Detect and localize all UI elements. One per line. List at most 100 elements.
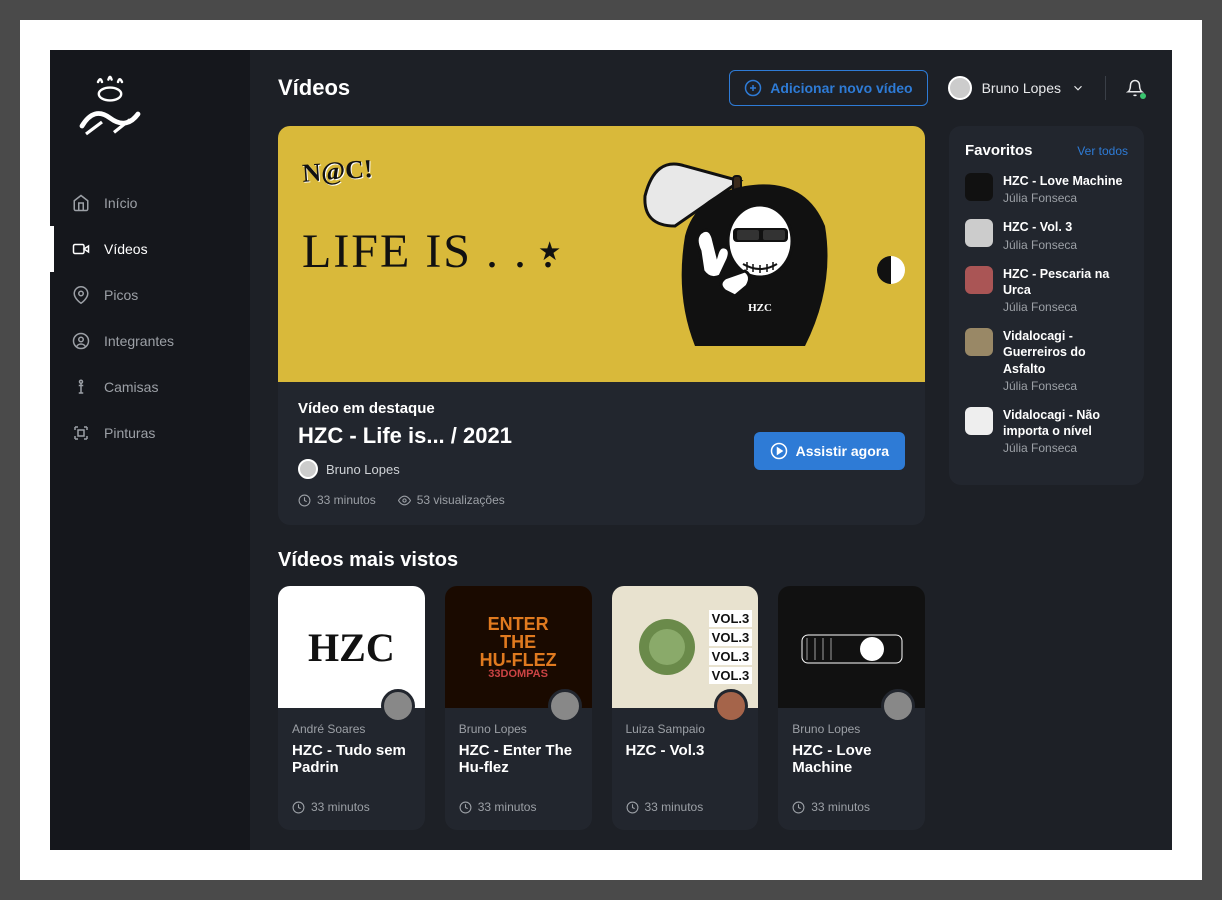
video-card[interactable]: HZC André Soares HZC - Tudo sem Padrin 3… [278, 586, 425, 830]
featured-meta: Vídeo em destaque HZC - Life is... / 202… [278, 382, 925, 525]
play-circle-icon [770, 442, 788, 460]
card-title: HZC - Love Machine [792, 742, 911, 782]
favorites-title: Favoritos [965, 142, 1033, 159]
favorite-thumb [965, 173, 993, 201]
nav-label: Picos [104, 287, 138, 303]
favorite-thumb [965, 219, 993, 247]
card-author: André Soares [292, 722, 411, 736]
featured-card: N@C! LIFE IS . . . ★ [278, 126, 925, 525]
video-card[interactable]: Bruno Lopes HZC - Love Machine 33 minuto… [778, 586, 925, 830]
sidebar: Início Vídeos Picos Integrantes Camisas … [50, 50, 250, 850]
favorite-title: Vidalocagi - Não importa o nível [1003, 407, 1128, 440]
page-title: Vídeos [278, 75, 350, 101]
content: N@C! LIFE IS . . . ★ [250, 126, 1172, 850]
pin-icon [72, 286, 90, 304]
favorite-item[interactable]: HZC - Pescaria na UrcaJúlia Fonseca [965, 266, 1128, 315]
clock-icon [626, 801, 639, 814]
cards-grid: HZC André Soares HZC - Tudo sem Padrin 3… [278, 586, 925, 830]
video-icon [72, 240, 90, 258]
card-avatar [714, 689, 748, 723]
section-title: Vídeos mais vistos [278, 549, 925, 572]
card-author: Bruno Lopes [792, 722, 911, 736]
card-thumbnail: VOL.3 VOL.3 VOL.3 VOL.3 [612, 586, 759, 708]
author-avatar [298, 459, 318, 479]
card-thumbnail: ENTERTHEHU-FLEZ33DOMPAS [445, 586, 592, 708]
nav-label: Camisas [104, 379, 158, 395]
card-thumbnail [778, 586, 925, 708]
favorite-item[interactable]: Vidalocagi - Não importa o nívelJúlia Fo… [965, 407, 1128, 456]
views: 53 visualizações [398, 493, 505, 507]
notifications-button[interactable] [1126, 79, 1144, 97]
yinyang-decoration [877, 256, 905, 284]
card-author: Bruno Lopes [459, 722, 578, 736]
video-card[interactable]: VOL.3 VOL.3 VOL.3 VOL.3 Luiza Sampaio HZ… [612, 586, 759, 830]
nav-picos[interactable]: Picos [50, 272, 250, 318]
favorite-author: Júlia Fonseca [1003, 238, 1128, 252]
nav-paintings[interactable]: Pinturas [50, 410, 250, 456]
favorite-author: Júlia Fonseca [1003, 379, 1128, 393]
user-menu[interactable]: Bruno Lopes [948, 76, 1085, 100]
watch-now-button[interactable]: Assistir agora [754, 432, 905, 470]
card-title: HZC - Vol.3 [626, 742, 745, 782]
nav-members[interactable]: Integrantes [50, 318, 250, 364]
shirt-icon [72, 378, 90, 396]
favorite-thumb [965, 407, 993, 435]
most-viewed-section: Vídeos mais vistos HZC André Soares HZC … [278, 549, 925, 830]
chevron-down-icon [1071, 81, 1085, 95]
favorites-see-all[interactable]: Ver todos [1077, 144, 1128, 158]
card-avatar [548, 689, 582, 723]
nav-videos[interactable]: Vídeos [50, 226, 250, 272]
card-duration: 33 minutos [792, 800, 911, 814]
favorite-item[interactable]: HZC - Love Machine Júlia Fonseca [965, 173, 1128, 205]
favorite-title: Vidalocagi - Guerreiros do Asfalto [1003, 328, 1128, 377]
favorite-title: HZC - Love Machine [1003, 173, 1128, 189]
main-panel: Vídeos Adicionar novo vídeo Bruno Lopes [250, 50, 1172, 850]
card-title: HZC - Tudo sem Padrin [292, 742, 411, 782]
people-icon [72, 332, 90, 350]
frame-icon [72, 424, 90, 442]
eye-icon [398, 494, 411, 507]
card-avatar [881, 689, 915, 723]
add-video-button[interactable]: Adicionar novo vídeo [729, 70, 927, 106]
favorite-item[interactable]: HZC - Vol. 3 Júlia Fonseca [965, 219, 1128, 251]
plus-circle-icon [744, 79, 762, 97]
card-title: HZC - Enter The Hu-flez [459, 742, 578, 782]
clock-icon [459, 801, 472, 814]
nav-label: Integrantes [104, 333, 174, 349]
author-name: Bruno Lopes [326, 462, 400, 477]
nav-shirts[interactable]: Camisas [50, 364, 250, 410]
favorite-author: Júlia Fonseca [1003, 441, 1128, 455]
featured-label: Vídeo em destaque [298, 400, 905, 417]
favorite-title: HZC - Vol. 3 [1003, 219, 1128, 235]
home-icon [72, 194, 90, 212]
app-root: Início Vídeos Picos Integrantes Camisas … [50, 50, 1172, 850]
favorite-author: Júlia Fonseca [1003, 191, 1128, 205]
nav-label: Vídeos [104, 241, 148, 257]
watch-label: Assistir agora [796, 443, 889, 459]
nav-home[interactable]: Início [50, 180, 250, 226]
star-decoration: ★ [538, 236, 561, 267]
card-duration: 33 minutos [626, 800, 745, 814]
video-card[interactable]: ENTERTHEHU-FLEZ33DOMPAS Bruno Lopes HZC … [445, 586, 592, 830]
favorites-panel: Favoritos Ver todos HZC - Love Machine Jú… [949, 126, 1144, 485]
clock-icon [792, 801, 805, 814]
featured-artwork: N@C! LIFE IS . . . ★ [278, 126, 925, 382]
card-duration: 33 minutos [292, 800, 411, 814]
favorite-thumb [965, 328, 993, 356]
nav-label: Início [104, 195, 137, 211]
reaper-illustration: HZC [625, 136, 865, 376]
featured-stats: 33 minutos 53 visualizações [298, 493, 905, 507]
favorite-title: HZC - Pescaria na Urca [1003, 266, 1128, 299]
art-life-text: LIFE IS . . . [302, 224, 556, 279]
art-brand-text: N@C! [301, 141, 556, 189]
favorite-thumb [965, 266, 993, 294]
nav-label: Pinturas [104, 425, 155, 441]
user-avatar [948, 76, 972, 100]
topbar: Vídeos Adicionar novo vídeo Bruno Lopes [250, 50, 1172, 126]
card-author: Luiza Sampaio [626, 722, 745, 736]
user-name: Bruno Lopes [982, 80, 1061, 96]
brand-logo [50, 70, 250, 180]
clock-icon [292, 801, 305, 814]
favorite-item[interactable]: Vidalocagi - Guerreiros do Asfalto Júlia … [965, 328, 1128, 393]
add-video-label: Adicionar novo vídeo [770, 80, 912, 96]
